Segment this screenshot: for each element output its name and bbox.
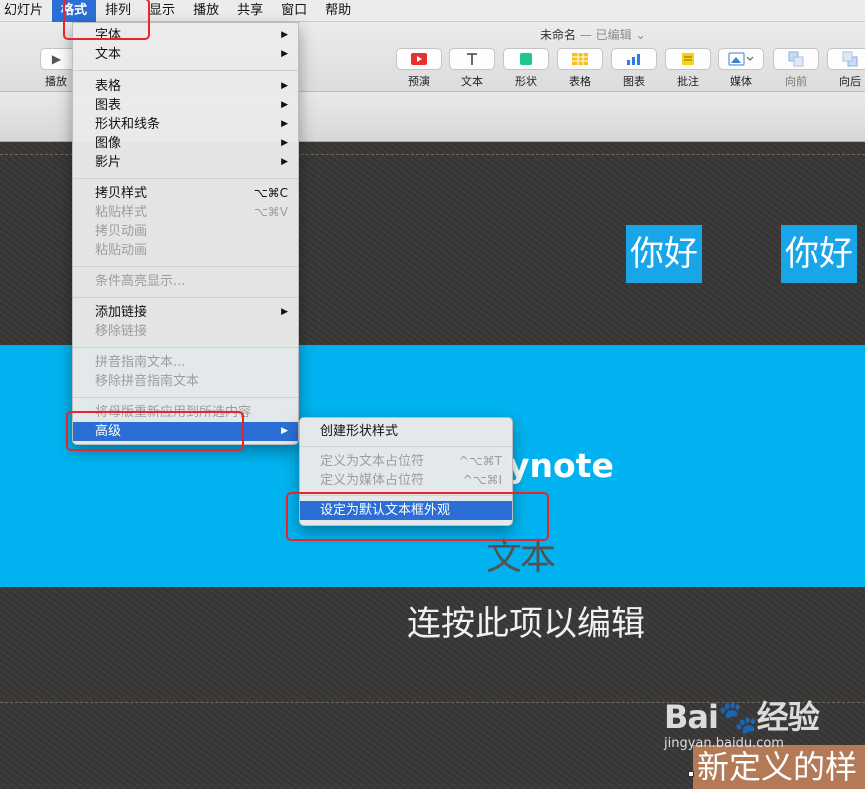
menu-window[interactable]: 窗口 bbox=[272, 0, 316, 22]
play-icon: ▶ bbox=[51, 52, 62, 66]
menu-separator bbox=[300, 446, 512, 447]
submenu-arrow-icon: ▶ bbox=[281, 426, 288, 436]
callout-advanced-item bbox=[66, 411, 244, 451]
menu-separator bbox=[73, 347, 298, 348]
callout-default-textbox-item bbox=[286, 492, 549, 541]
document-name: 未命名 bbox=[540, 28, 577, 42]
submenu-arrow-icon: ▶ bbox=[281, 81, 288, 91]
text-label: 文本 bbox=[461, 75, 483, 88]
menu-share[interactable]: 共享 bbox=[228, 0, 272, 22]
menu-item-text[interactable]: 文本 ▶ bbox=[73, 45, 298, 64]
media-icon bbox=[728, 52, 754, 66]
menu-item-ruby-text: 拼音指南文本... bbox=[95, 355, 186, 370]
menu-item-add-link[interactable]: 添加链接 ▶ bbox=[73, 303, 298, 322]
table-icon bbox=[572, 53, 588, 65]
document-title: 未命名 — 已编辑 ⌄ bbox=[540, 26, 646, 43]
menu-item-remove-link: 移除链接 bbox=[95, 324, 148, 339]
comment-button[interactable] bbox=[665, 48, 711, 70]
play-icon bbox=[411, 53, 427, 65]
rehearse-label: 预演 bbox=[408, 75, 430, 88]
comment-label: 批注 bbox=[677, 75, 699, 88]
media-label: 媒体 bbox=[730, 75, 752, 88]
menu-separator bbox=[73, 297, 298, 298]
shape-icon bbox=[520, 53, 532, 65]
styled-textbox[interactable]: 新定义的样 bbox=[693, 745, 865, 789]
watermark-logo: Bai🐾经验 bbox=[664, 698, 820, 736]
menu-item-define-media-placeholder: 定义为媒体占位符 ^⌥⌘I bbox=[320, 473, 502, 488]
menu-item-copy-style[interactable]: 拷贝样式 ⌥⌘C bbox=[73, 184, 298, 203]
callout-format-menu bbox=[63, 0, 150, 40]
play-button[interactable]: ▶ bbox=[40, 48, 72, 70]
menu-item-define-text-placeholder: 定义为文本占位符 ^⌥⌘T bbox=[320, 454, 502, 469]
submenu-arrow-icon: ▶ bbox=[281, 30, 288, 40]
submenu-arrow-icon: ▶ bbox=[281, 138, 288, 148]
menu-separator bbox=[73, 178, 298, 179]
submenu-arrow-icon: ▶ bbox=[281, 119, 288, 129]
table-button[interactable] bbox=[557, 48, 603, 70]
selection-handle[interactable] bbox=[688, 771, 694, 777]
menu-item-table[interactable]: 表格 ▶ bbox=[73, 77, 298, 96]
submenu-arrow-icon: ▶ bbox=[281, 307, 288, 317]
format-menu: 字体 ▶ 文本 ▶ 表格 ▶ 图表 ▶ 形状和线条 ▶ 图像 ▶ 影片 ▶ 拷贝样式 ⌥⌘C 粘… bbox=[72, 22, 299, 445]
send-backward-button[interactable] bbox=[827, 48, 865, 70]
menu-item-movie[interactable]: 影片 ▶ bbox=[73, 153, 298, 172]
hello-textbox-2[interactable]: 你好 bbox=[781, 225, 857, 283]
menu-help[interactable]: 帮助 bbox=[316, 0, 360, 22]
media-button[interactable] bbox=[718, 48, 764, 70]
menu-separator bbox=[73, 266, 298, 267]
menu-play[interactable]: 播放 bbox=[184, 0, 228, 22]
watermark-url: jingyan.baidu.com bbox=[664, 736, 784, 751]
chart-label: 图表 bbox=[623, 75, 645, 88]
menu-slide[interactable]: 幻灯片 bbox=[0, 0, 52, 22]
body-placeholder[interactable]: 连按此项以编辑 bbox=[407, 596, 645, 645]
shape-button[interactable] bbox=[503, 48, 549, 70]
menu-item-image[interactable]: 图像 ▶ bbox=[73, 134, 298, 153]
submenu-arrow-icon: ▶ bbox=[281, 100, 288, 110]
send-backward-icon bbox=[842, 51, 858, 67]
menu-item-copy-animation: 拷贝动画 bbox=[95, 224, 148, 239]
table-label: 表格 bbox=[569, 75, 591, 88]
watermark: Bai🐾经验 jingyan.baidu.com bbox=[664, 692, 820, 751]
menu-separator bbox=[73, 397, 298, 398]
slide-title-text[interactable]: ynote bbox=[508, 446, 614, 485]
bring-forward-button[interactable] bbox=[773, 48, 819, 70]
bring-forward-icon bbox=[788, 51, 804, 67]
menu-separator bbox=[73, 70, 298, 71]
menu-item-conditional-highlight: 条件高亮显示... bbox=[95, 274, 186, 289]
play-label: 播放 bbox=[45, 75, 67, 88]
hello-textbox-1[interactable]: 你好 bbox=[626, 225, 702, 283]
text-icon bbox=[467, 53, 477, 65]
menu-item-create-shape-style[interactable]: 创建形状样式 bbox=[300, 422, 512, 441]
rehearse-button[interactable] bbox=[396, 48, 442, 70]
bring-forward-label: 向前 bbox=[785, 75, 807, 88]
shape-label: 形状 bbox=[515, 75, 537, 88]
chart-button[interactable] bbox=[611, 48, 657, 70]
comment-icon bbox=[682, 53, 694, 65]
text-button[interactable] bbox=[449, 48, 495, 70]
submenu-arrow-icon: ▶ bbox=[281, 157, 288, 167]
menu-item-paste-style: 粘贴样式 ⌥⌘V bbox=[95, 205, 288, 220]
submenu-arrow-icon: ▶ bbox=[281, 49, 288, 59]
menu-item-chart[interactable]: 图表 ▶ bbox=[73, 96, 298, 115]
document-status[interactable]: — 已编辑 ⌄ bbox=[580, 28, 646, 42]
menu-item-remove-ruby-text: 移除拼音指南文本 bbox=[95, 374, 200, 389]
menu-item-shapes-lines[interactable]: 形状和线条 ▶ bbox=[73, 115, 298, 134]
chart-icon bbox=[627, 54, 640, 65]
menu-item-paste-animation: 粘贴动画 bbox=[95, 243, 148, 258]
send-backward-label: 向后 bbox=[839, 75, 861, 88]
